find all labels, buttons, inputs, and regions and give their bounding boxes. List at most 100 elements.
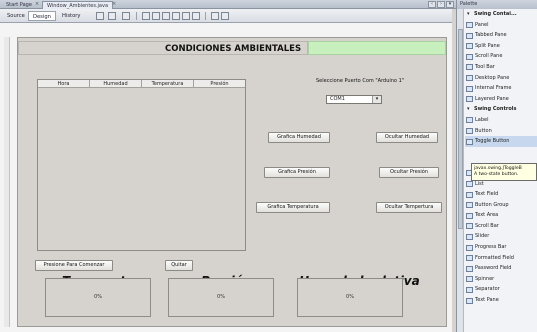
palette-item-label: Split Pane xyxy=(475,42,500,49)
scrollbar-thumb[interactable] xyxy=(458,29,463,229)
palette-item[interactable]: Text Area xyxy=(465,210,537,221)
port-label: Seleccione Puerto Com "Arduino 1" xyxy=(316,78,405,84)
hide-pressure-button[interactable]: Ocultar Presión xyxy=(379,167,439,178)
resize-horizontal-icon[interactable] xyxy=(211,12,219,20)
palette-scrollbar[interactable] xyxy=(457,9,464,332)
preview-design-icon[interactable] xyxy=(122,12,130,20)
data-table[interactable]: Hora Humedad Temperatura Presión xyxy=(37,79,246,251)
palette-item[interactable]: Toggle Button xyxy=(465,136,537,147)
port-combo-box[interactable]: COM1 ▾ xyxy=(326,95,382,104)
status-panel[interactable] xyxy=(308,41,446,55)
hide-temperature-button[interactable]: Ocultar Tempertura xyxy=(376,202,442,213)
palette-item-label: Password Field xyxy=(475,265,512,272)
tooltip-description: A two-state button. xyxy=(474,172,519,177)
align-left-icon[interactable] xyxy=(142,12,150,20)
tab-design[interactable]: Design xyxy=(28,11,56,21)
graph-humidity-button[interactable]: Grafica Humedad xyxy=(268,132,330,143)
component-icon xyxy=(466,53,473,60)
close-icon[interactable]: × xyxy=(112,1,116,8)
component-icon xyxy=(466,181,473,187)
palette-item-label: Text Pane xyxy=(475,297,499,304)
resize-vertical-icon[interactable] xyxy=(221,12,229,20)
palette-item[interactable]: Separator xyxy=(465,284,537,295)
palette-item[interactable]: Progress Bar xyxy=(465,242,537,253)
tab-start-page[interactable]: Start Page xyxy=(2,1,36,9)
palette-item-label: Text Area xyxy=(475,212,499,219)
design-canvas: CONDICIONES AMBIENTALES Hora Humedad Tem… xyxy=(0,23,452,332)
align-top-icon[interactable] xyxy=(172,12,180,20)
palette-item-label: Toggle Button xyxy=(475,138,510,145)
align-bottom-icon[interactable] xyxy=(182,12,190,20)
graph-pressure-button[interactable]: Grafica Presión xyxy=(264,167,330,178)
align-right-icon[interactable] xyxy=(152,12,160,20)
center-horizontally-icon[interactable] xyxy=(162,12,170,20)
palette-item[interactable]: Spinner xyxy=(465,274,537,285)
palette-item[interactable]: Button Group xyxy=(465,200,537,211)
component-icon xyxy=(466,265,473,272)
toolbar-separator xyxy=(136,12,137,20)
center-vertically-icon[interactable] xyxy=(192,12,200,20)
column-header-presion[interactable]: Presión xyxy=(194,80,245,87)
component-icon xyxy=(466,191,473,198)
palette-item[interactable]: Scroll Pane xyxy=(465,51,537,62)
palette-item[interactable]: Tabbed Pane xyxy=(465,30,537,41)
component-icon xyxy=(466,244,473,251)
designer-toolbar: Source Design History xyxy=(0,9,452,23)
component-icon xyxy=(466,276,473,283)
hide-humidity-button[interactable]: Ocultar Humedad xyxy=(376,132,438,143)
palette-item[interactable] xyxy=(465,147,537,158)
start-button[interactable]: Presione Para Comenzar xyxy=(35,260,113,271)
column-header-humedad[interactable]: Humedad xyxy=(90,80,142,87)
pressure-percent: 0% xyxy=(217,294,225,300)
palette-item-label: Button Group xyxy=(475,201,509,208)
form-title: CONDICIONES AMBIENTALES xyxy=(165,44,302,54)
palette-category[interactable]: ▾ Swing Contai... xyxy=(465,9,537,20)
palette-item[interactable]: Panel xyxy=(465,20,537,31)
palette-item[interactable]: Scroll Bar xyxy=(465,221,537,232)
palette-item[interactable]: Text Pane xyxy=(465,295,537,306)
graph-temperature-button[interactable]: Grafica Temperatura xyxy=(256,202,330,213)
palette-item[interactable]: Text Field xyxy=(465,189,537,200)
title-panel[interactable]: CONDICIONES AMBIENTALES xyxy=(18,41,308,55)
palette-category[interactable]: ▾ Swing Controls xyxy=(465,104,537,115)
palette-item[interactable]: Layered Pane xyxy=(465,94,537,105)
scroll-right-icon[interactable]: › xyxy=(437,1,445,8)
tab-source[interactable]: Source xyxy=(3,11,29,21)
palette-item-label: Swing Contai... xyxy=(474,11,517,17)
selection-mode-icon[interactable] xyxy=(96,12,104,20)
dropdown-icon[interactable]: ▾ xyxy=(446,1,454,8)
component-icon xyxy=(466,128,473,135)
table-header: Hora Humedad Temperatura Presión xyxy=(38,80,245,88)
quit-button[interactable]: Quitar xyxy=(165,260,193,271)
component-icon xyxy=(466,233,473,240)
chevron-down-icon[interactable]: ▾ xyxy=(372,96,381,103)
palette-item-label: Text Field xyxy=(475,191,499,198)
connection-mode-icon[interactable] xyxy=(108,12,116,20)
column-header-temperatura[interactable]: Temperatura xyxy=(142,80,194,87)
tab-window-ambientes[interactable]: Window_Ambientes.java xyxy=(42,1,114,9)
tab-label: Start Page xyxy=(6,2,32,8)
palette-item[interactable]: Desktop Pane xyxy=(465,73,537,84)
palette-item[interactable]: Formatted Field xyxy=(465,253,537,264)
chevron-down-icon[interactable]: ▾ xyxy=(467,9,470,20)
pressure-progress-bar: 0% xyxy=(168,278,274,317)
component-icon xyxy=(466,96,473,103)
port-value: COM1 xyxy=(330,96,345,102)
palette-item[interactable]: Button xyxy=(465,126,537,137)
palette-item[interactable]: Tool Bar xyxy=(465,62,537,73)
palette-item-label: Desktop Pane xyxy=(475,74,510,81)
tab-label: Source xyxy=(7,13,25,19)
temperature-progress-bar: 0% xyxy=(45,278,151,317)
palette-item[interactable]: Slider xyxy=(465,231,537,242)
palette-item[interactable]: Password Field xyxy=(465,263,537,274)
palette-item[interactable]: Internal Frame xyxy=(465,83,537,94)
tab-history[interactable]: History xyxy=(58,11,84,21)
close-icon[interactable]: × xyxy=(35,1,39,8)
palette-item-label: Separator xyxy=(475,286,500,293)
scroll-left-icon[interactable]: ‹ xyxy=(428,1,436,8)
palette-item[interactable]: Label xyxy=(465,115,537,126)
palette-tooltip: javax.swing.JToggleB A two-state button. xyxy=(471,163,537,181)
palette-item[interactable]: Split Pane xyxy=(465,41,537,52)
chevron-down-icon[interactable]: ▾ xyxy=(467,104,470,115)
column-header-hora[interactable]: Hora xyxy=(38,80,90,87)
